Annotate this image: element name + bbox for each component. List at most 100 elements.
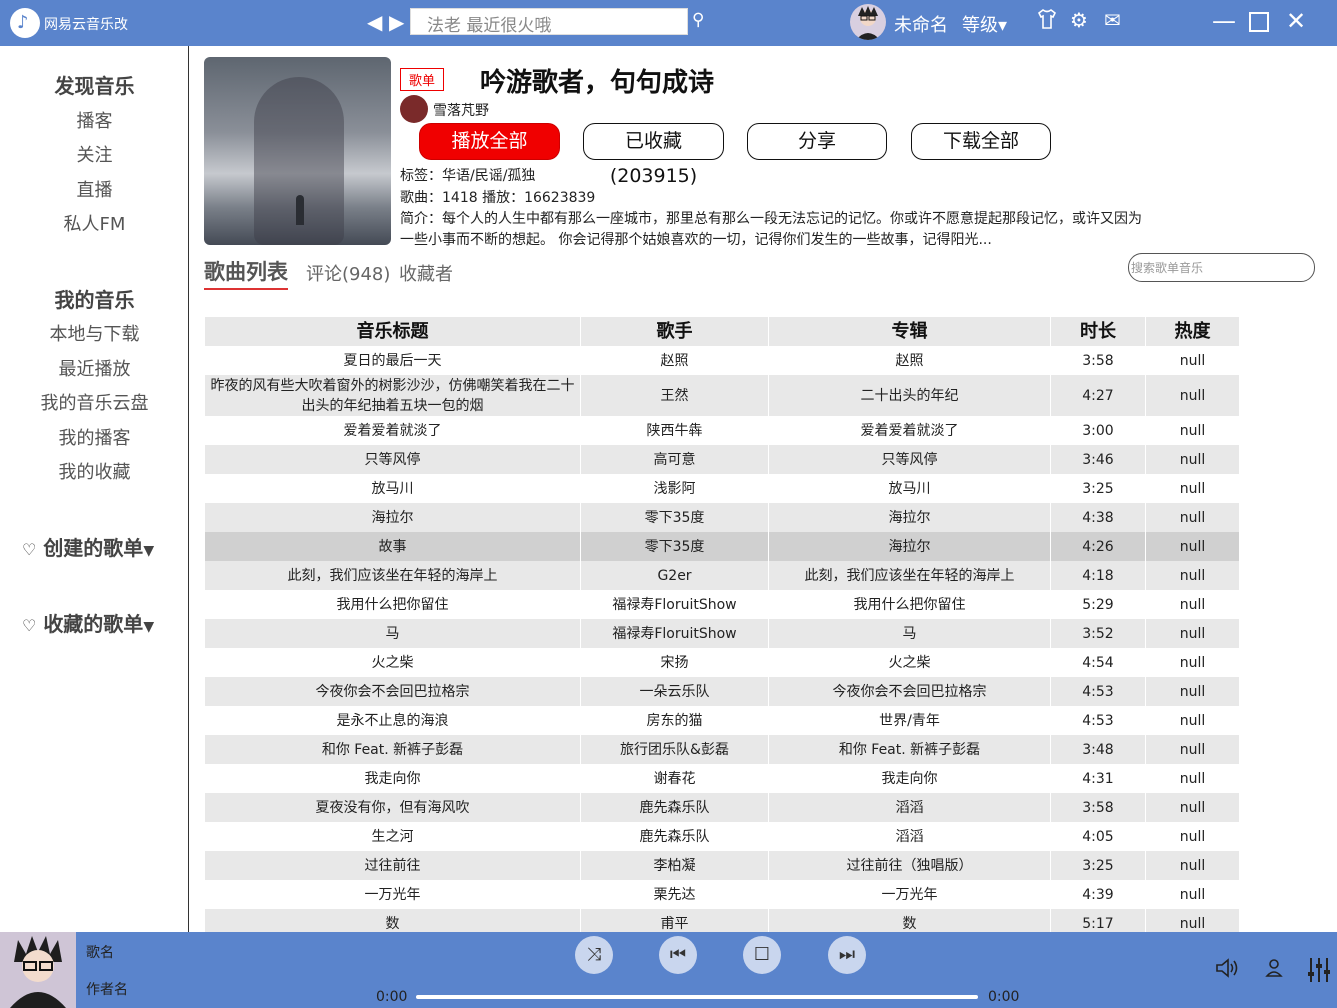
back-arrow-icon[interactable]: ◀	[367, 10, 382, 34]
duration-cell: 4:38	[1051, 503, 1146, 532]
mail-icon[interactable]: ✉	[1104, 8, 1121, 32]
column-header-album[interactable]: 专辑	[769, 317, 1051, 346]
sidebar-item-my-collection[interactable]: 我的收藏	[0, 458, 189, 484]
heart-icon: ♡	[22, 616, 37, 635]
level-dropdown[interactable]: 等级▾	[962, 11, 1007, 37]
sidebar-discover-heading[interactable]: 发现音乐	[0, 70, 189, 99]
download-all-button[interactable]: 下载全部	[911, 123, 1051, 160]
playlist-badge: 歌单	[400, 68, 445, 91]
duration-cell: 3:48	[1051, 735, 1146, 764]
popularity-cell: null	[1146, 735, 1240, 764]
volume-icon[interactable]	[1214, 956, 1240, 986]
popularity-cell: null	[1146, 822, 1240, 851]
table-row[interactable]: 过往前往 李柏凝 过往前往（独唱版） 3:25 null	[205, 851, 1240, 880]
popularity-cell: null	[1146, 445, 1240, 474]
playlist-description: 简介：每个人的人生中都有那么一座城市，那里总有那么一段无法忘记的记忆。你或许不愿…	[400, 211, 1142, 248]
sidebar-item-live[interactable]: 直播	[0, 176, 189, 202]
duration-cell: 4:53	[1051, 677, 1146, 706]
sidebar-item-my-podcast[interactable]: 我的播客	[0, 424, 189, 450]
sidebar-item-local-download[interactable]: 本地与下载	[0, 320, 189, 346]
table-row[interactable]: 生之河 鹿先森乐队 滔滔 4:05 null	[205, 822, 1240, 851]
playlist-tags: 标签：华语/民谣/孤独	[400, 168, 536, 184]
collected-playlists-toggle[interactable]: ♡ 收藏的歌单▼	[22, 608, 154, 637]
creator-avatar[interactable]	[400, 95, 428, 123]
shuffle-button[interactable]: ⤨	[575, 936, 613, 974]
sidebar-item-podcast[interactable]: 播客	[0, 107, 189, 133]
album-cell: 世界/青年	[769, 706, 1051, 735]
player-bar: 歌名 作者名 ⤨ ⏮ ☐ ⏭ 0:00 0:00	[0, 932, 1337, 1008]
sidebar-item-personal-fm[interactable]: 私人FM	[0, 210, 189, 236]
lyrics-icon[interactable]	[1262, 956, 1288, 986]
search-input[interactable]: 法老 最近很火哦	[410, 8, 688, 36]
minimize-icon[interactable]: —	[1212, 7, 1236, 35]
playlist-search-input[interactable]: 搜索歌单音乐	[1128, 253, 1315, 282]
table-row[interactable]: 是永不止息的海浪 房东的猫 世界/青年 4:53 null	[205, 706, 1240, 735]
column-header-duration[interactable]: 时长	[1051, 317, 1146, 346]
table-row[interactable]: 爱着爱着就淡了 陕西牛犇 爱着爱着就淡了 3:00 null	[205, 416, 1240, 445]
close-icon[interactable]: ✕	[1286, 7, 1306, 35]
table-row[interactable]: 只等风停 高可意 只等风停 3:46 null	[205, 445, 1240, 474]
maximize-icon[interactable]	[1248, 7, 1270, 39]
stop-button[interactable]: ☐	[743, 936, 781, 974]
now-playing-cover[interactable]	[0, 932, 76, 1008]
album-cell: 放马川	[769, 474, 1051, 503]
duration-cell: 4:54	[1051, 648, 1146, 677]
column-header-title[interactable]: 音乐标题	[205, 317, 581, 346]
table-row[interactable]: 放马川 浅影阿 放马川 3:25 null	[205, 474, 1240, 503]
tshirt-icon[interactable]	[1036, 8, 1058, 35]
sidebar-item-cloud[interactable]: 我的音乐云盘	[0, 389, 189, 415]
equalizer-icon[interactable]	[1306, 956, 1332, 990]
tab-songs[interactable]: 歌曲列表	[204, 256, 288, 290]
artist-cell: 赵照	[581, 346, 769, 375]
forward-arrow-icon[interactable]: ▶	[389, 10, 404, 34]
artist-cell: 福禄寿FloruitShow	[581, 619, 769, 648]
play-all-button[interactable]: 播放全部	[419, 123, 560, 160]
share-button[interactable]: 分享	[747, 123, 887, 160]
song-title-cell: 马	[205, 619, 581, 648]
table-row[interactable]: 一万光年 栗先达 一万光年 4:39 null	[205, 880, 1240, 909]
column-header-popularity[interactable]: 热度	[1146, 317, 1240, 346]
creator-name[interactable]: 雪落芃野	[433, 100, 489, 120]
stop-icon: ☐	[753, 944, 771, 965]
duration-cell: 3:58	[1051, 793, 1146, 822]
table-row[interactable]: 夏日的最后一天 赵照 赵照 3:58 null	[205, 346, 1240, 375]
table-row[interactable]: 昨夜的风有些大吹着窗外的树影沙沙，仿佛嘲笑着我在二十出头的年纪抽着五块一包的烟王…	[205, 375, 1240, 416]
table-row[interactable]: 和你 Feat. 新裤子彭磊 旅行团乐队&彭磊 和你 Feat. 新裤子彭磊 3:48…	[205, 735, 1240, 764]
artist-cell: 浅影阿	[581, 474, 769, 503]
table-row[interactable]: 火之柴 宋扬 火之柴 4:54 null	[205, 648, 1240, 677]
table-row[interactable]: 我用什么把你留住 福禄寿FloruitShow 我用什么把你留住 5:29 null	[205, 590, 1240, 619]
table-row[interactable]: 今夜你会不会回巴拉格宗 一朵云乐队 今夜你会不会回巴拉格宗 4:53 null	[205, 677, 1240, 706]
sidebar-item-recent[interactable]: 最近播放	[0, 355, 189, 381]
progress-bar[interactable]	[416, 995, 978, 999]
table-row[interactable]: 我走向你 谢春花 我走向你 4:31 null	[205, 764, 1240, 793]
tab-comments[interactable]: 评论(948)	[306, 260, 390, 286]
next-button[interactable]: ⏭	[828, 936, 866, 974]
artist-cell: 陕西牛犇	[581, 416, 769, 445]
gear-icon[interactable]: ⚙	[1070, 8, 1088, 32]
duration-cell: 4:18	[1051, 561, 1146, 590]
search-icon[interactable]: ⚲	[692, 10, 704, 30]
tab-collectors[interactable]: 收藏者	[399, 260, 453, 286]
table-row[interactable]: 马福禄寿FloruitShow 马 3:52 null	[205, 619, 1240, 648]
previous-button[interactable]: ⏮	[659, 936, 697, 974]
popularity-cell: null	[1146, 375, 1240, 416]
table-row[interactable]: 此刻，我们应该坐在年轻的海岸上 G2er 此刻，我们应该坐在年轻的海岸上 4:18 nu…	[205, 561, 1240, 590]
duration-cell: 3:58	[1051, 346, 1146, 375]
table-row[interactable]: 海拉尔 零下35度 海拉尔 4:38 null	[205, 503, 1240, 532]
table-row[interactable]: 夏夜没有你，但有海风吹 鹿先森乐队 滔滔 3:58 null	[205, 793, 1240, 822]
duration-cell: 4:39	[1051, 880, 1146, 909]
username[interactable]: 未命名	[894, 11, 948, 37]
user-avatar[interactable]	[850, 4, 886, 40]
album-cell: 海拉尔	[769, 532, 1051, 561]
song-title-cell: 海拉尔	[205, 503, 581, 532]
artist-cell: 宋扬	[581, 648, 769, 677]
album-cell: 今夜你会不会回巴拉格宗	[769, 677, 1051, 706]
song-title-cell: 一万光年	[205, 880, 581, 909]
collected-playlists-label: 收藏的歌单	[43, 612, 144, 636]
table-row[interactable]: 故事 零下35度 海拉尔 4:26 null	[205, 532, 1240, 561]
collected-button[interactable]: 已收藏(203915)	[583, 123, 724, 187]
sidebar-item-follow[interactable]: 关注	[0, 141, 189, 167]
created-playlists-toggle[interactable]: ♡ 创建的歌单▼	[22, 532, 154, 561]
column-header-artist[interactable]: 歌手	[581, 317, 769, 346]
playlist-cover	[204, 57, 391, 245]
